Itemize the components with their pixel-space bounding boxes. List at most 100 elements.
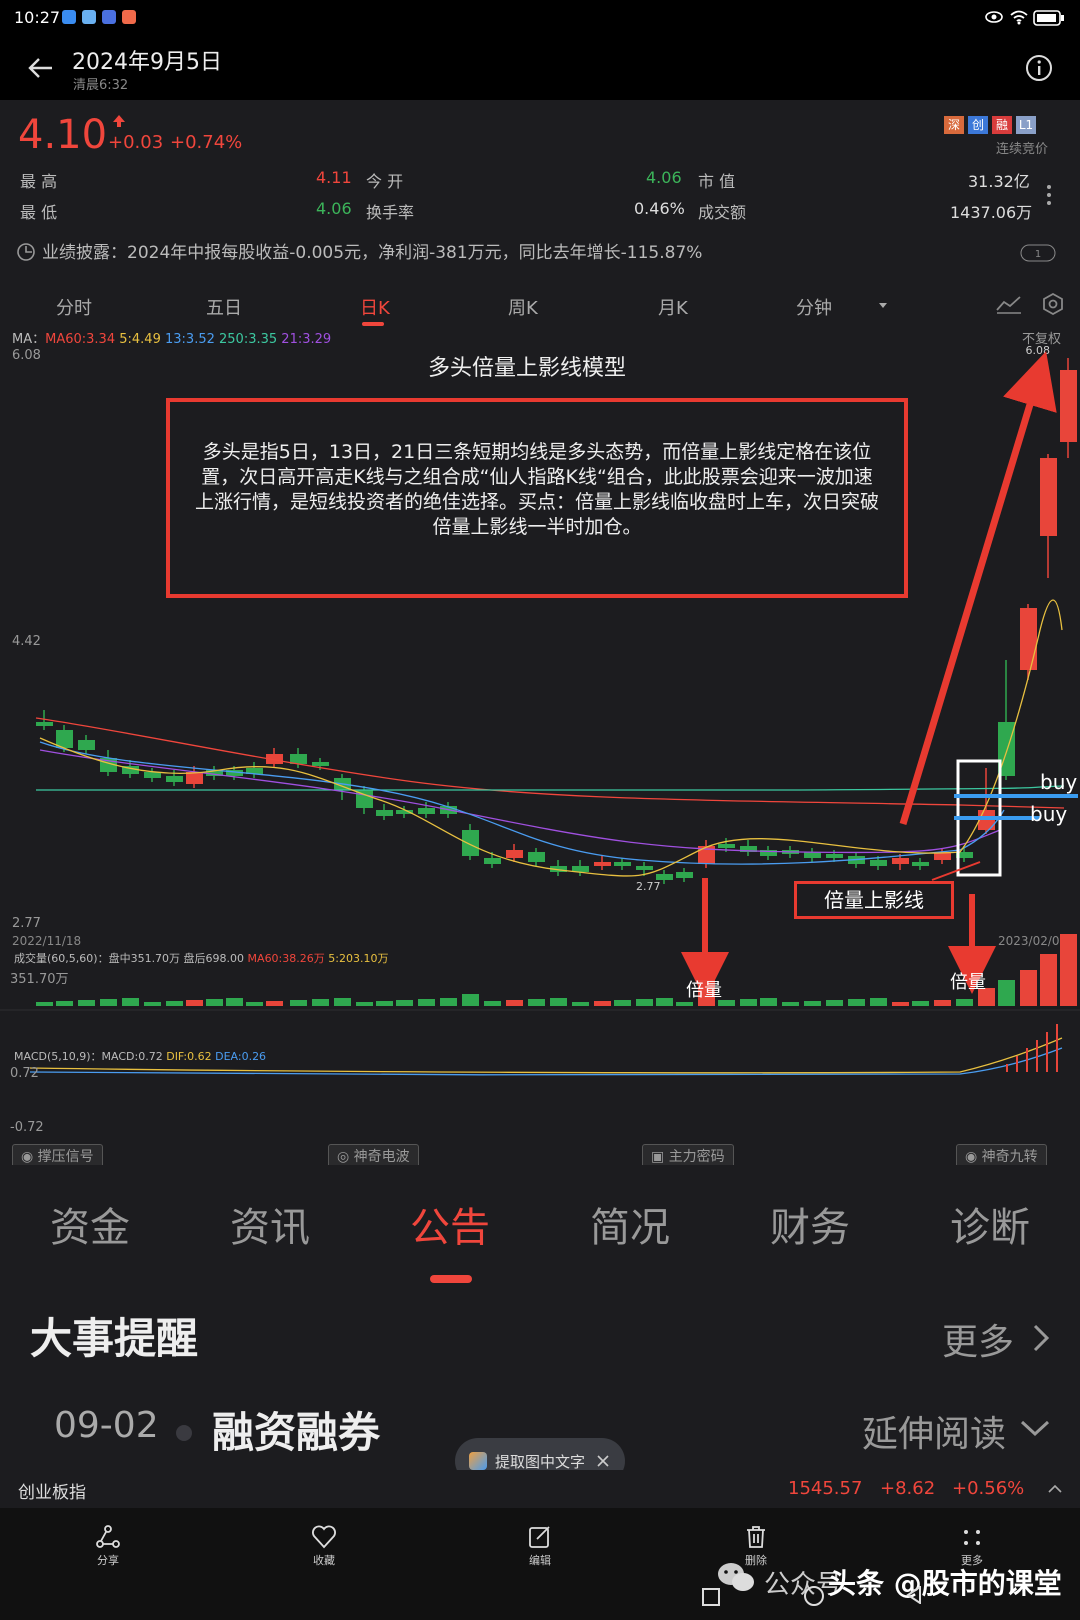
events-more-link[interactable]: 更多 bbox=[942, 1313, 1014, 1365]
chevron-up-icon[interactable] bbox=[1048, 1484, 1062, 1493]
tab-news[interactable]: 资讯 bbox=[230, 1195, 310, 1253]
volume-bar bbox=[550, 998, 567, 1006]
tab-overview[interactable]: 简况 bbox=[590, 1195, 670, 1253]
volume-bar bbox=[440, 998, 457, 1006]
volume-bar bbox=[418, 999, 435, 1006]
ma-line bbox=[39, 749, 1001, 854]
app-header: 2024年9月5日 清晨6:32 bbox=[0, 36, 1080, 100]
chart-style-icon[interactable] bbox=[996, 294, 1022, 314]
candle bbox=[484, 858, 501, 864]
volume-bar bbox=[166, 1001, 183, 1006]
indicator-label: 撑压信号 bbox=[37, 1149, 94, 1165]
price-change: +0.03 bbox=[108, 132, 164, 153]
macd-info: MACD(5,10,9)：MACD:0.72 bbox=[14, 1050, 163, 1063]
info-section: 资金 资讯 公告 简况 财务 诊断 大事提醒 更多 09-02 融资融券 延伸阅… bbox=[0, 1165, 1080, 1508]
index-bar[interactable]: 创业板指 1545.57 +8.62 +0.56% bbox=[0, 1470, 1080, 1508]
info-icon[interactable] bbox=[1025, 54, 1053, 82]
index-change: +8.62 bbox=[880, 1478, 936, 1499]
turnover-value: 0.46% bbox=[634, 199, 685, 218]
market-cap-value: 31.32亿 bbox=[968, 172, 1030, 191]
candle bbox=[462, 830, 479, 856]
nav-home-icon[interactable] bbox=[804, 1586, 824, 1606]
tab-diagnosis[interactable]: 诊断 bbox=[950, 1195, 1030, 1253]
macd-bar bbox=[1016, 1056, 1018, 1072]
tab-timeshare[interactable]: 分时 bbox=[56, 294, 92, 320]
share-button[interactable]: 分享 bbox=[78, 1524, 138, 1568]
tab-five-day[interactable]: 五日 bbox=[206, 294, 242, 320]
macd-axis-top: 0.72 bbox=[10, 1066, 39, 1081]
ocr-icon bbox=[469, 1452, 487, 1470]
candle bbox=[870, 860, 887, 866]
favorite-button[interactable]: 收藏 bbox=[294, 1524, 354, 1568]
kline-chart-area: MA：MA60:3.34 5:4.49 13:3.52 250:3.35 21:… bbox=[0, 330, 1080, 1170]
status-time: 10:27 bbox=[14, 8, 61, 27]
more-icon bbox=[964, 1530, 980, 1545]
tab-daily-k[interactable]: 日K bbox=[360, 294, 390, 320]
earnings-disclosure[interactable]: 业绩披露：2024年中报每股收益-0.005元，净利润-381万元，同比去年增长… bbox=[42, 238, 702, 263]
macd-bar bbox=[1046, 1032, 1048, 1072]
volume-axis-label: 351.70万 bbox=[10, 972, 69, 987]
volume-bar bbox=[78, 1000, 95, 1006]
volume-bar bbox=[376, 1001, 393, 1006]
volume-bar bbox=[122, 998, 139, 1006]
ocr-label: 提取图中文字 bbox=[495, 1453, 586, 1471]
candle bbox=[1040, 458, 1057, 536]
nav-recent-icon[interactable] bbox=[702, 1588, 720, 1606]
volume-bar bbox=[848, 999, 865, 1006]
macd-bar bbox=[1036, 1040, 1038, 1072]
tab-weekly-k[interactable]: 周K bbox=[508, 294, 538, 320]
model-description: 多头是指5日，13日，21日三条短期均线是多头态势，而倍量上影线定格在该位置，次… bbox=[194, 441, 879, 538]
tab-monthly-k[interactable]: 月K bbox=[658, 294, 688, 320]
volume-amount-value: 1437.06万 bbox=[950, 203, 1033, 222]
nav-back-icon[interactable] bbox=[906, 1586, 922, 1604]
volume-bar bbox=[826, 1000, 843, 1006]
candle bbox=[506, 850, 523, 858]
chevron-down-icon[interactable] bbox=[878, 302, 888, 310]
volume-ma5: 5:203.10万 bbox=[328, 952, 389, 965]
edit-label: 编辑 bbox=[529, 1554, 551, 1567]
macd-bar bbox=[1006, 1064, 1008, 1072]
volume-bar bbox=[334, 998, 351, 1006]
model-title: 多头倍量上影线模型 bbox=[428, 356, 627, 381]
volume-bar bbox=[636, 999, 653, 1006]
tab-funds[interactable]: 资金 bbox=[50, 1195, 130, 1253]
candle bbox=[1060, 370, 1077, 442]
low-label: 最 低 bbox=[20, 203, 58, 222]
close-icon[interactable] bbox=[597, 1455, 609, 1467]
volume-bar bbox=[484, 1001, 501, 1006]
price-change-pct: +0.74% bbox=[170, 132, 243, 153]
more-vertical-icon[interactable] bbox=[1046, 184, 1052, 206]
volume-info: 成交量(60,5,60)：盘中351.70万 盘后698.00 bbox=[14, 952, 245, 965]
candle bbox=[912, 862, 929, 866]
chevron-right-icon[interactable] bbox=[1032, 1323, 1050, 1353]
app-notification-icon bbox=[122, 10, 136, 24]
event-title[interactable]: 融资融券 bbox=[212, 1399, 380, 1460]
back-arrow-icon[interactable] bbox=[26, 56, 54, 80]
pager-icon[interactable]: 1 bbox=[1020, 244, 1056, 262]
tab-finance[interactable]: 财务 bbox=[770, 1195, 850, 1253]
quote-panel: 4.10 +0.03 +0.74% 深 创 融 L1 连续竞价 最 高 4.11… bbox=[0, 100, 1080, 280]
min-price-label: 2.77 bbox=[636, 880, 661, 893]
candle bbox=[166, 776, 183, 782]
volume-amount-label: 成交额 bbox=[698, 203, 747, 222]
volume-bar bbox=[594, 1001, 611, 1006]
volume-bar bbox=[614, 1000, 631, 1006]
tab-minute[interactable]: 分钟 bbox=[796, 294, 832, 320]
watermark: 头条 @股市的课堂 bbox=[828, 1567, 1062, 1600]
indicator-label: 主力密码 bbox=[668, 1149, 725, 1165]
settings-icon[interactable] bbox=[1042, 293, 1064, 315]
candle bbox=[826, 854, 843, 858]
edit-button[interactable]: 编辑 bbox=[510, 1524, 570, 1568]
chevron-down-icon[interactable] bbox=[1020, 1419, 1050, 1437]
volume-bar bbox=[934, 1000, 951, 1006]
volume-bar bbox=[572, 1002, 589, 1006]
volume-bar bbox=[462, 994, 479, 1006]
app-notification-icon bbox=[102, 10, 116, 24]
badge: 创 bbox=[968, 116, 988, 134]
tab-announcements[interactable]: 公告 bbox=[410, 1195, 490, 1253]
read-more-link[interactable]: 延伸阅读 bbox=[862, 1405, 1006, 1457]
wechat-logo-icon bbox=[718, 1563, 754, 1591]
page-subtitle: 清晨6:32 bbox=[73, 78, 129, 93]
candle bbox=[892, 858, 909, 864]
volume-bar bbox=[676, 1002, 693, 1006]
